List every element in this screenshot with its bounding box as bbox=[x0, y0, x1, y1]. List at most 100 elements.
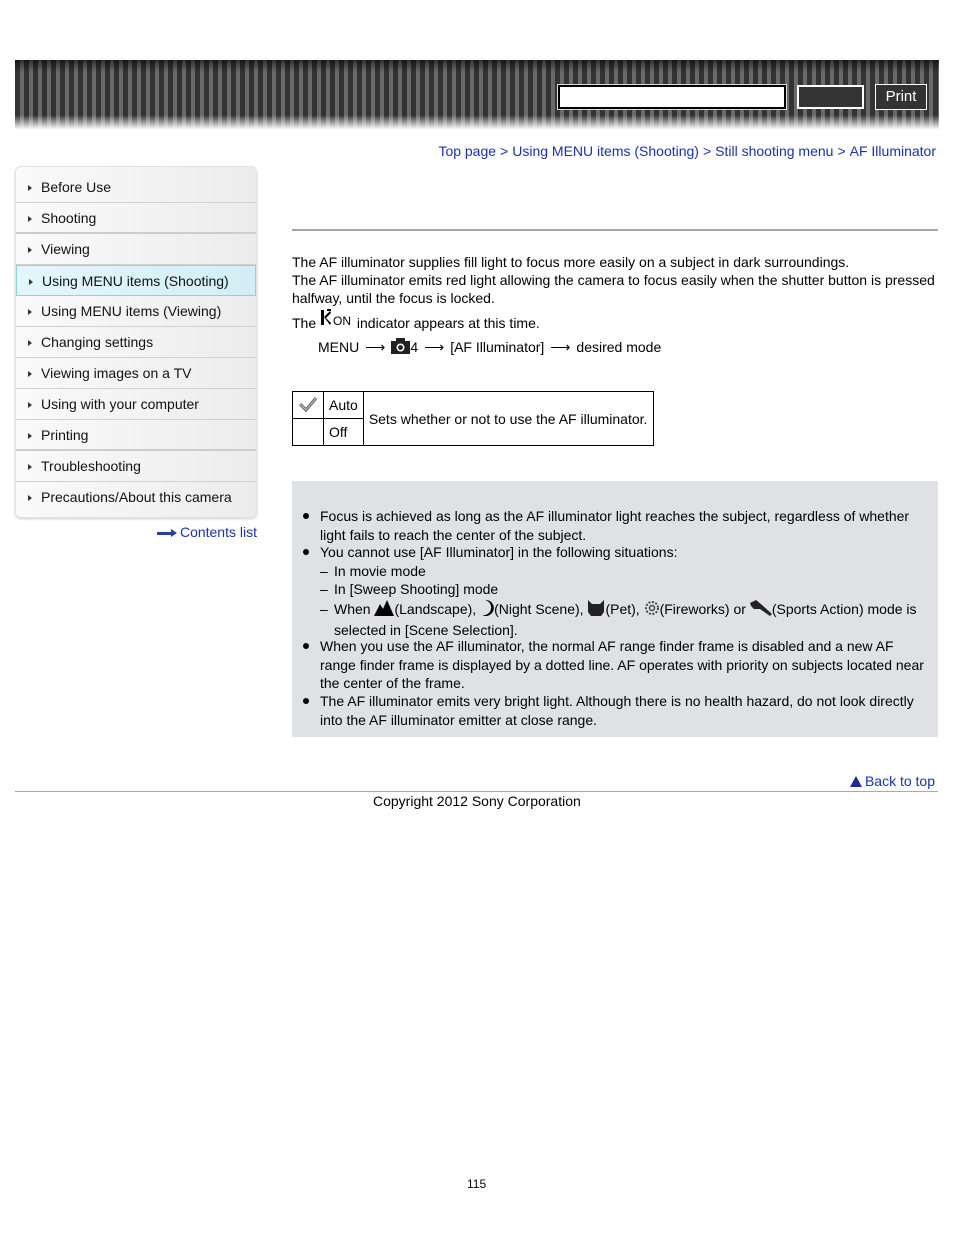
sidebar-item-viewing[interactable]: Viewing bbox=[16, 234, 256, 265]
indicator-paragraph: The ON indicator appears at this time. bbox=[292, 309, 940, 332]
triangle-right-icon bbox=[28, 340, 32, 346]
bullet-icon bbox=[303, 549, 309, 555]
note-item: The AF illuminator emits very bright lig… bbox=[303, 692, 932, 729]
intro-paragraph-2: The AF illuminator emits red light allow… bbox=[292, 272, 935, 306]
option-label-auto: Auto bbox=[323, 391, 364, 419]
default-check-cell bbox=[292, 391, 324, 419]
sidebar-nav: Before Use Shooting Viewing Using MENU i… bbox=[15, 166, 257, 518]
footer-divider bbox=[15, 791, 938, 792]
sub-item: – When (Landscape), (Night Scene), (Pet),… bbox=[320, 599, 934, 639]
sub-text: (Pet), bbox=[605, 601, 640, 617]
sidebar-item-using-menu-shooting[interactable]: Using MENU items (Shooting) bbox=[16, 265, 256, 296]
copyright: Copyright 2012 Sony Corporation bbox=[373, 793, 581, 809]
breadcrumb-top-page[interactable]: Top page bbox=[438, 143, 496, 159]
bullet-icon bbox=[303, 698, 309, 704]
triangle-right-icon bbox=[29, 279, 33, 285]
breadcrumb-separator: > bbox=[837, 143, 846, 159]
dash-icon: – bbox=[320, 601, 328, 617]
sidebar-item-label: Using MENU items (Shooting) bbox=[42, 273, 229, 289]
sidebar-item-label: Precautions/About this camera bbox=[41, 489, 232, 505]
page-number: 115 bbox=[467, 1177, 487, 1191]
menu-label: MENU bbox=[318, 339, 360, 355]
checkmark-icon bbox=[298, 396, 318, 412]
indicator-suffix: indicator appears at this time. bbox=[356, 315, 540, 331]
dash-icon: – bbox=[320, 581, 328, 597]
menu-end-label: desired mode bbox=[576, 339, 662, 355]
empty-check-cell bbox=[292, 418, 324, 446]
table-row: Auto Sets whether or not to use the AF i… bbox=[292, 391, 654, 446]
sidebar-item-troubleshooting[interactable]: Troubleshooting bbox=[16, 451, 256, 482]
note-item: You cannot use [AF Illuminator] in the f… bbox=[303, 543, 932, 562]
sidebar-item-label: Shooting bbox=[41, 210, 97, 226]
search-button[interactable] bbox=[797, 85, 864, 109]
sidebar-item-label: Viewing bbox=[41, 241, 90, 257]
menu-item-label: [AF Illuminator] bbox=[450, 339, 545, 355]
note-item: When you use the AF illuminator, the nor… bbox=[303, 637, 932, 693]
breadcrumb: Top page > Using MENU items (Shooting) > Sti… bbox=[438, 143, 936, 159]
sidebar-item-label: Using with your computer bbox=[41, 396, 199, 412]
note-text: You cannot use [AF Illuminator] in the f… bbox=[320, 544, 678, 560]
note-text: When you use the AF illuminator, the nor… bbox=[320, 638, 924, 691]
sidebar-item-before-use[interactable]: Before Use bbox=[16, 172, 256, 203]
sidebar-item-printing[interactable]: Printing bbox=[16, 420, 256, 451]
search-input[interactable] bbox=[557, 84, 787, 110]
bullet-icon bbox=[303, 643, 309, 649]
print-button[interactable]: Print bbox=[875, 84, 927, 110]
sidebar-item-label: Viewing images on a TV bbox=[41, 365, 192, 381]
sidebar-item-label: Using MENU items (Viewing) bbox=[41, 303, 222, 319]
triangle-right-icon bbox=[28, 433, 32, 439]
sidebar-item-changing-settings[interactable]: Changing settings bbox=[16, 327, 256, 358]
camera-icon bbox=[391, 338, 411, 357]
arrow-right-icon: ⟶ bbox=[424, 339, 445, 355]
triangle-up-icon bbox=[849, 776, 862, 787]
dash-icon: – bbox=[320, 563, 328, 579]
sub-text: In movie mode bbox=[334, 563, 426, 579]
back-to-top-link[interactable]: Back to top bbox=[849, 773, 935, 789]
svg-text:ON: ON bbox=[333, 314, 351, 328]
triangle-right-icon bbox=[28, 216, 32, 222]
indicator-prefix: The bbox=[292, 315, 317, 331]
sub-item: – In [Sweep Shooting] mode bbox=[320, 580, 934, 599]
menu-path: MENU ⟶ 4 ⟶ [AF Illuminator] ⟶ desired mode bbox=[318, 338, 661, 357]
sub-text: (Night Scene), bbox=[494, 601, 584, 617]
sidebar-item-using-menu-viewing[interactable]: Using MENU items (Viewing) bbox=[16, 296, 256, 327]
title-divider bbox=[292, 229, 938, 231]
option-label-off: Off bbox=[323, 418, 364, 446]
note-item: Focus is achieved as long as the AF illu… bbox=[303, 507, 932, 544]
sidebar-item-shooting[interactable]: Shooting bbox=[16, 203, 256, 234]
sidebar-item-label: Before Use bbox=[41, 179, 112, 195]
sub-text: When bbox=[334, 601, 371, 617]
sub-text: (Fireworks) or bbox=[659, 601, 746, 617]
notes-box: Focus is achieved as long as the AF illu… bbox=[292, 481, 938, 737]
triangle-right-icon bbox=[28, 402, 32, 408]
contents-list-label: Contents list bbox=[179, 524, 257, 540]
triangle-right-icon bbox=[28, 464, 32, 470]
back-to-top-label: Back to top bbox=[864, 773, 935, 789]
note-text: Focus is achieved as long as the AF illu… bbox=[320, 508, 910, 543]
fireworks-icon bbox=[644, 600, 660, 621]
af-illuminator-on-icon: ON bbox=[320, 309, 353, 330]
landscape-icon bbox=[374, 600, 395, 621]
sidebar-item-precautions[interactable]: Precautions/About this camera bbox=[16, 482, 256, 513]
arrow-right-icon: ⟶ bbox=[550, 339, 571, 355]
sports-action-icon bbox=[749, 600, 772, 621]
sidebar-item-label: Troubleshooting bbox=[41, 458, 141, 474]
bullet-icon bbox=[303, 513, 309, 519]
triangle-right-icon bbox=[28, 309, 32, 315]
breadcrumb-af-illuminator[interactable]: AF Illuminator bbox=[850, 143, 936, 159]
option-description: Sets whether or not to use the AF illumi… bbox=[362, 391, 654, 446]
sub-item: – In movie mode bbox=[320, 562, 934, 581]
note-text: The AF illuminator emits very bright lig… bbox=[320, 693, 914, 728]
breadcrumb-still-shooting-menu[interactable]: Still shooting menu bbox=[715, 143, 833, 159]
contents-list-link[interactable]: Contents list bbox=[156, 524, 257, 540]
night-scene-icon bbox=[480, 599, 494, 621]
pet-icon bbox=[587, 600, 605, 621]
arrow-right-icon: ⟶ bbox=[365, 339, 386, 355]
sub-text: (Landscape), bbox=[394, 601, 477, 617]
triangle-right-icon bbox=[28, 247, 32, 253]
breadcrumb-separator: > bbox=[500, 143, 509, 159]
breadcrumb-using-menu-shooting[interactable]: Using MENU items (Shooting) bbox=[512, 143, 699, 159]
sidebar-item-using-computer[interactable]: Using with your computer bbox=[16, 389, 256, 420]
sub-text: In [Sweep Shooting] mode bbox=[334, 581, 499, 597]
sidebar-item-viewing-images-tv[interactable]: Viewing images on a TV bbox=[16, 358, 256, 389]
